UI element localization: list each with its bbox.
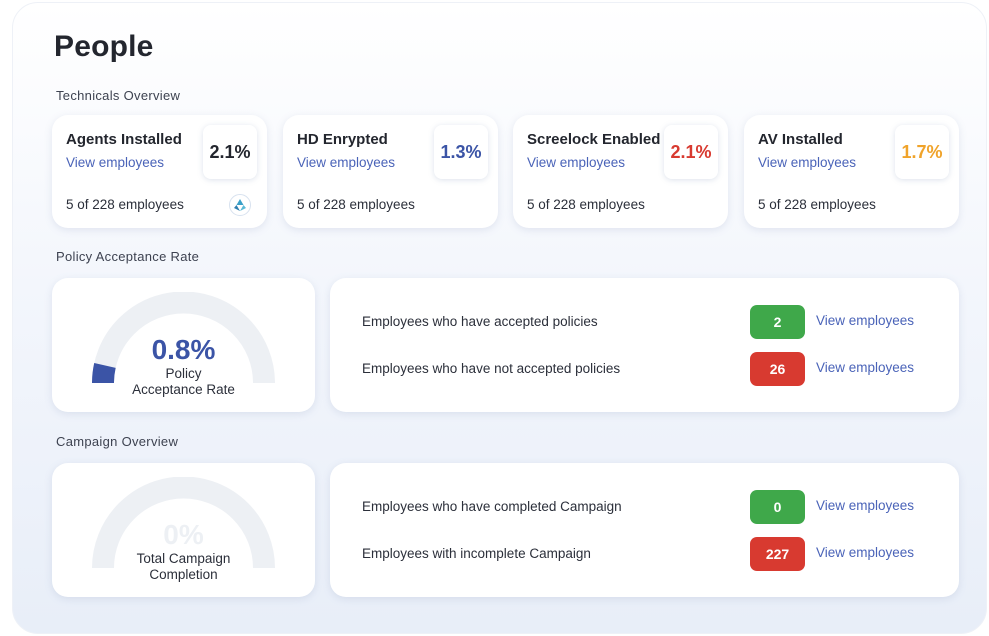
policy-gauge-caption: Policy Acceptance Rate — [52, 366, 315, 398]
hd-encrypted-card: HD Enrypted View employees 1.3% 5 of 228… — [283, 115, 498, 228]
employee-count: 5 of 228 employees — [66, 197, 184, 212]
employee-count: 5 of 228 employees — [297, 197, 415, 212]
policy-stats-card: Employees who have accepted policies 2 V… — [330, 278, 959, 412]
view-employees-link[interactable]: View employees — [758, 155, 856, 170]
incomplete-count-badge: 227 — [750, 537, 805, 571]
card-title: HD Enrypted — [297, 131, 388, 148]
campaign-incomplete-row: Employees with incomplete Campaign 227 V… — [330, 537, 959, 571]
card-title: Agents Installed — [66, 131, 182, 148]
caption-line: Acceptance Rate — [132, 382, 235, 397]
caption-line: Total Campaign — [136, 551, 231, 566]
percent-value: 2.1% — [664, 125, 718, 179]
percent-value: 1.7% — [895, 125, 949, 179]
caption-line: Completion — [149, 567, 218, 582]
employee-count: 5 of 228 employees — [758, 197, 876, 212]
card-title: AV Installed — [758, 131, 843, 148]
stat-label: Employees who have not accepted policies — [362, 361, 621, 376]
policy-gauge-card: 0.8% Policy Acceptance Rate — [52, 278, 315, 412]
view-employees-link[interactable]: View employees — [816, 313, 914, 328]
technicals-section-label: Technicals Overview — [56, 88, 181, 103]
campaign-stats-card: Employees who have completed Campaign 0 … — [330, 463, 959, 597]
percent-value: 1.3% — [434, 125, 488, 179]
accepted-count-badge: 2 — [750, 305, 805, 339]
campaign-completed-row: Employees who have completed Campaign 0 … — [330, 490, 959, 524]
stat-label: Employees with incomplete Campaign — [362, 546, 591, 561]
view-employees-link[interactable]: View employees — [527, 155, 625, 170]
policy-section-label: Policy Acceptance Rate — [56, 249, 200, 264]
completed-count-badge: 0 — [750, 490, 805, 524]
caption-line: Policy — [165, 366, 202, 381]
stat-label: Employees who have completed Campaign — [362, 499, 622, 514]
policy-acceptance-value: 0.8% — [151, 334, 216, 365]
view-employees-link[interactable]: View employees — [297, 155, 395, 170]
refresh-cycle-icon[interactable] — [229, 194, 251, 216]
campaign-gauge-caption: Total Campaign Completion — [52, 551, 315, 583]
policy-accepted-row: Employees who have accepted policies 2 V… — [330, 305, 959, 339]
percent-value: 2.1% — [203, 125, 257, 179]
not-accepted-count-badge: 26 — [750, 352, 805, 386]
screenlock-enabled-card: Screelock Enabled View employees 2.1% 5 … — [513, 115, 728, 228]
employee-count: 5 of 228 employees — [527, 197, 645, 212]
view-employees-link[interactable]: View employees — [66, 155, 164, 170]
view-employees-link[interactable]: View employees — [816, 498, 914, 513]
view-employees-link[interactable]: View employees — [816, 545, 914, 560]
campaign-completion-value: 0% — [163, 519, 204, 550]
stat-label: Employees who have accepted policies — [362, 314, 598, 329]
policy-not-accepted-row: Employees who have not accepted policies… — [330, 352, 959, 386]
page-title: People — [54, 30, 154, 63]
agents-installed-card: Agents Installed View employees 2.1% 5 o… — [52, 115, 267, 228]
campaign-gauge-card: 0% Total Campaign Completion — [52, 463, 315, 597]
campaign-section-label: Campaign Overview — [56, 434, 179, 449]
card-title: Screelock Enabled — [527, 131, 661, 148]
view-employees-link[interactable]: View employees — [816, 360, 914, 375]
av-installed-card: AV Installed View employees 1.7% 5 of 22… — [744, 115, 959, 228]
